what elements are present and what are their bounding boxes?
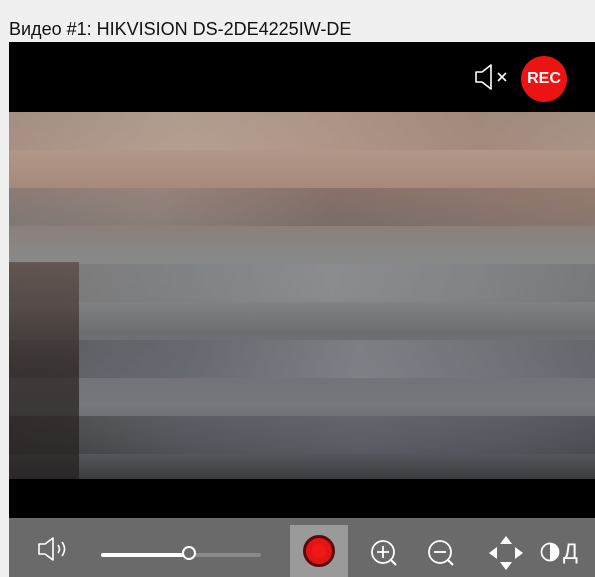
contrast-label[interactable]: Д [563,540,578,564]
zoom-out-icon[interactable] [426,538,456,568]
zoom-in-icon[interactable] [369,538,399,568]
pixel-band [9,416,595,454]
contrast-icon[interactable] [540,542,560,562]
player-toolbar: Д [9,518,595,577]
volume-icon[interactable] [37,536,73,562]
pixel-band [9,264,595,302]
volume-slider-fill [101,553,189,557]
speaker-muted-icon[interactable] [473,62,515,92]
rec-badge: REC [521,56,567,102]
pixel-shadow [9,262,79,479]
record-icon [303,535,335,567]
record-button[interactable] [290,525,348,577]
video-frame [9,112,595,479]
volume-slider[interactable] [101,546,261,560]
pixel-band [9,112,595,150]
window-title: Видео #1: HIKVISION DS-2DE4225IW-DE [0,0,595,42]
volume-slider-thumb[interactable] [182,546,196,560]
pan-icon[interactable] [487,534,525,572]
pixel-band [9,188,595,226]
pixel-band [9,340,595,378]
video-viewport[interactable]: REC [9,42,595,518]
